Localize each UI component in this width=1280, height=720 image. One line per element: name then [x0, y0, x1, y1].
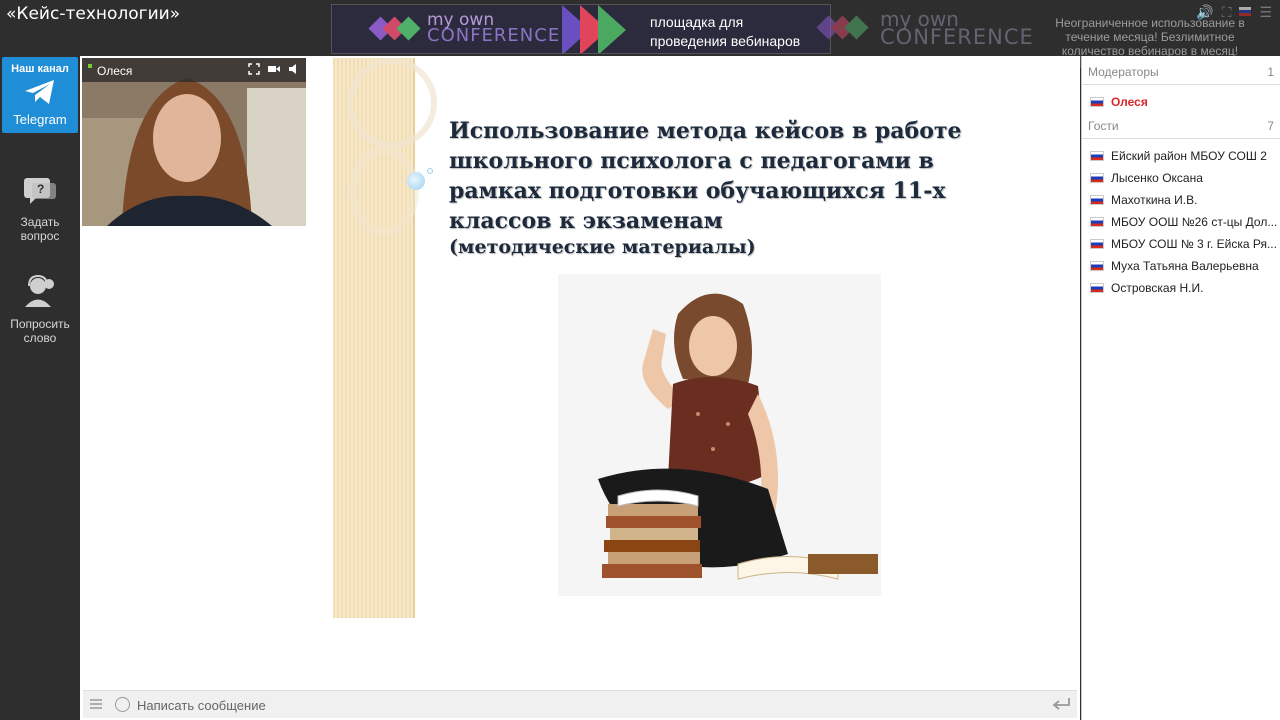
- moderators-header: Модераторы 1: [1088, 65, 1274, 79]
- chat-bar: [83, 690, 1077, 718]
- conference-logo: my own CONFERENCE: [815, 6, 1035, 54]
- camera-icon[interactable]: [268, 63, 280, 75]
- guests-count: 7: [1267, 119, 1274, 133]
- expand-icon[interactable]: [248, 63, 260, 75]
- participant-row[interactable]: МБОУ СОШ № 3 г. Ейска Ря...: [1090, 234, 1280, 254]
- slide-decoration-circle: [347, 58, 437, 148]
- russia-flag-icon: [1090, 195, 1104, 205]
- speaker-icon[interactable]: [288, 63, 300, 75]
- russia-flag-icon: [1090, 239, 1104, 249]
- ad-banner[interactable]: my own CONFERENCE площадка для проведени…: [331, 4, 831, 54]
- presentation-slide: Использование метода кейсов в работе шко…: [333, 58, 1078, 618]
- video-speaker-name: Олеся: [97, 64, 133, 78]
- svg-text:?: ?: [37, 182, 44, 196]
- russia-flag-icon: [1090, 217, 1104, 227]
- participants-panel: Модераторы 1 Олеся Гости 7 Ейский район …: [1081, 56, 1280, 720]
- divider: [1082, 84, 1280, 85]
- language-flag-icon[interactable]: [1239, 7, 1252, 16]
- promo-text: Неограниченное использование в течение м…: [1055, 16, 1245, 58]
- ask-question-button[interactable]: ? Задать вопрос: [0, 176, 80, 243]
- speaker-headset-icon: [25, 274, 54, 307]
- slide-bubble-icon: [407, 172, 425, 190]
- left-sidebar: Наш канал Telegram ? Задать вопрос Попро…: [0, 56, 80, 720]
- banner-text: площадка для проведения вебинаров: [650, 14, 801, 49]
- banner-chevron-icon: [598, 5, 626, 53]
- send-icon[interactable]: [1051, 697, 1071, 711]
- russia-flag-icon: [1090, 97, 1104, 107]
- slide-decoration-circle: [349, 146, 419, 236]
- chat-message-input[interactable]: [137, 695, 1017, 715]
- chat-menu-icon[interactable]: [89, 697, 103, 711]
- banner-logo: my own CONFERENCE: [427, 10, 561, 46]
- volume-icon[interactable]: 🔊: [1196, 4, 1213, 21]
- emoji-icon[interactable]: [115, 697, 130, 712]
- menu-icon[interactable]: ☰: [1259, 4, 1272, 21]
- video-toolbar: Олеся: [82, 58, 306, 82]
- live-indicator-icon: [88, 64, 92, 68]
- telegram-icon: [25, 80, 54, 104]
- guests-header: Гости 7: [1088, 119, 1274, 133]
- participant-row[interactable]: Махоткина И.В.: [1090, 190, 1280, 210]
- slide-subtitle: (методические материалы): [449, 236, 756, 258]
- participant-row[interactable]: Ейский район МБОУ СОШ 2: [1090, 146, 1280, 166]
- top-bar: «Кейс-технологии» my own CONFERENCE площ…: [0, 0, 1280, 58]
- russia-flag-icon: [1090, 151, 1104, 161]
- russia-flag-icon: [1090, 261, 1104, 271]
- russia-flag-icon: [1090, 283, 1104, 293]
- top-controls: 🔊 ⛶ ☰: [1196, 4, 1272, 21]
- participant-row[interactable]: Лысенко Оксана: [1090, 168, 1280, 188]
- question-bubble-icon: ?: [24, 178, 56, 204]
- slide-photo: [558, 274, 881, 596]
- page-title: «Кейс-технологии»: [6, 4, 181, 24]
- request-speak-button[interactable]: Попросить слово: [0, 274, 80, 345]
- slide-bubble-icon: [427, 168, 433, 174]
- participant-row[interactable]: Олеся: [1090, 92, 1280, 112]
- participant-row[interactable]: МБОУ ООШ №26 ст-цы Дол...: [1090, 212, 1280, 232]
- fullscreen-icon[interactable]: ⛶: [1222, 4, 1232, 21]
- slide-title: Использование метода кейсов в работе шко…: [449, 118, 962, 234]
- telegram-channel-button[interactable]: Наш канал Telegram: [2, 57, 78, 133]
- divider: [1082, 138, 1280, 139]
- russia-flag-icon: [1090, 173, 1104, 183]
- moderators-count: 1: [1267, 65, 1274, 79]
- participant-row[interactable]: Островская Н.И.: [1090, 278, 1280, 298]
- participant-row[interactable]: Муха Татьяна Валерьевна: [1090, 256, 1280, 276]
- speaker-video-frame: [82, 58, 306, 226]
- speaker-video[interactable]: Олеся: [82, 58, 306, 226]
